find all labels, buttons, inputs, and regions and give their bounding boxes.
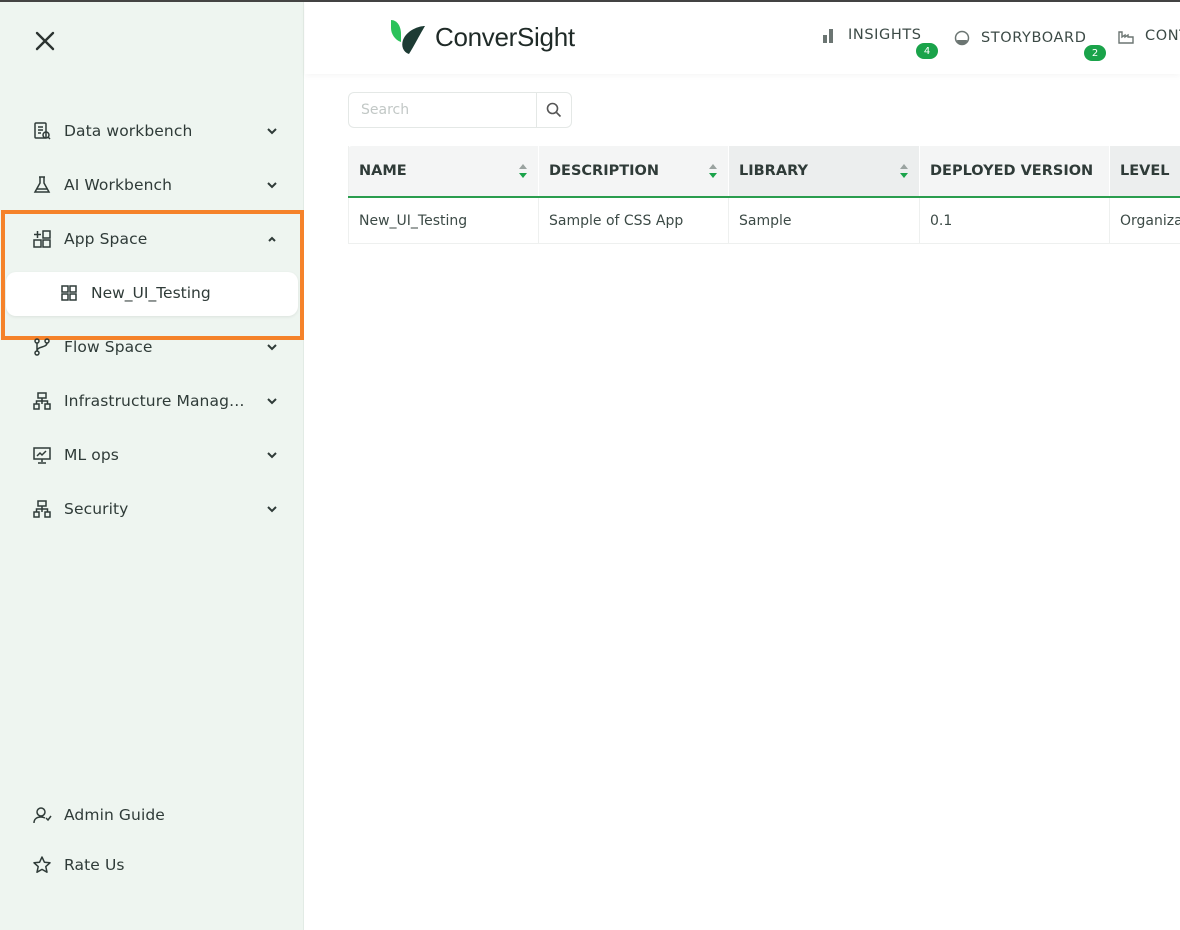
apps-table: NAME DESCRIPTION LIBRARY DEPLOYED VERSIO… [348,146,1180,244]
grid-icon [59,283,81,305]
ml-ops-icon [31,444,53,466]
search-box [348,92,572,128]
nav-cont[interactable]: CONT [1117,27,1180,45]
search-input[interactable] [349,93,537,127]
sidebar-item-label: Data workbench [64,122,193,140]
data-workbench-icon [31,120,53,142]
chevron-down-icon [265,124,279,138]
sidebar-subitem-new-ui-testing[interactable]: New_UI_Testing [6,272,298,316]
chevron-up-icon [265,232,279,246]
sidebar-item-label: App Space [64,230,148,248]
chevron-down-icon [265,178,279,192]
sidebar-subitem-label: New_UI_Testing [91,284,211,302]
sidebar-item-infrastructure[interactable]: Infrastructure Management [0,374,304,428]
column-label: DESCRIPTION [549,163,659,179]
security-icon [31,498,53,520]
sidebar-item-flow-space[interactable]: Flow Space [0,320,304,374]
sidebar-item-app-space[interactable]: App Space [0,212,304,266]
column-header-deployed-version[interactable]: DEPLOYED VERSION [920,146,1110,196]
cell-deployed-version: 0.1 [920,198,1110,244]
flask-icon [31,174,53,196]
admin-guide-icon [31,804,53,826]
column-label: NAME [359,163,407,179]
logo-text: ConverSight [435,21,575,52]
search-icon [546,102,562,118]
sort-icon[interactable] [708,163,718,179]
sort-icon[interactable] [518,163,528,179]
chevron-down-icon [265,502,279,516]
column-header-library[interactable]: LIBRARY [729,146,920,196]
nav-insights[interactable]: INSIGHTS [820,26,922,44]
sidebar-item-label: AI Workbench [64,176,173,194]
search-button[interactable] [536,93,571,127]
chevron-down-icon [265,394,279,408]
sidebar-rate-us[interactable]: Rate Us [0,838,304,892]
sidebar: Data workbench AI Workbench App Space Ne… [0,2,304,930]
star-icon [31,854,53,876]
sidebar-item-ai-workbench[interactable]: AI Workbench [0,158,304,212]
cell-description: Sample of CSS App [539,198,729,244]
chevron-down-icon [265,448,279,462]
insights-count-badge: 4 [916,43,938,59]
chevron-down-icon [265,340,279,354]
sidebar-item-label: Infrastructure Management [64,392,249,410]
sidebar-item-ml-ops[interactable]: ML ops [0,428,304,482]
rate-us-label: Rate Us [64,856,125,874]
admin-guide-label: Admin Guide [64,806,165,824]
sidebar-item-label: Security [64,500,129,518]
close-icon[interactable] [34,30,56,52]
sidebar-item-label: Flow Space [64,338,153,356]
storyboard-count-badge: 2 [1084,45,1106,61]
column-label: LIBRARY [739,163,808,179]
conversight-logo[interactable]: ConverSight [389,18,575,56]
logo-mark-icon [391,20,425,54]
factory-icon [1117,27,1135,45]
column-header-level[interactable]: LEVEL [1110,146,1180,196]
column-header-name[interactable]: NAME [348,146,539,196]
nav-insights-label: INSIGHTS [848,27,922,43]
sidebar-item-label: ML ops [64,446,119,464]
cell-name: New_UI_Testing [348,198,539,244]
flow-branch-icon [31,336,53,358]
storyboard-icon [953,29,971,47]
bar-chart-icon [820,26,838,44]
app-space-icon [31,228,53,250]
sidebar-admin-guide[interactable]: Admin Guide [0,788,304,842]
sort-icon[interactable] [899,163,909,179]
infrastructure-icon [31,390,53,412]
cell-library: Sample [729,198,920,244]
top-header: ConverSight INSIGHTS 4 STORYBOARD 2 CONT [305,2,1180,74]
column-label: LEVEL [1120,163,1170,179]
nav-storyboard-label: STORYBOARD [981,30,1087,46]
column-header-description[interactable]: DESCRIPTION [539,146,729,196]
sidebar-item-data-workbench[interactable]: Data workbench [0,104,304,158]
nav-storyboard[interactable]: STORYBOARD [953,29,1087,47]
nav-cont-label: CONT [1145,28,1180,44]
sidebar-item-security[interactable]: Security [0,482,304,536]
column-label: DEPLOYED VERSION [930,163,1094,179]
cell-level: Organiza [1110,198,1180,244]
table-row[interactable]: New_UI_Testing Sample of CSS App Sample … [348,198,1180,244]
table-header: NAME DESCRIPTION LIBRARY DEPLOYED VERSIO… [348,146,1180,198]
